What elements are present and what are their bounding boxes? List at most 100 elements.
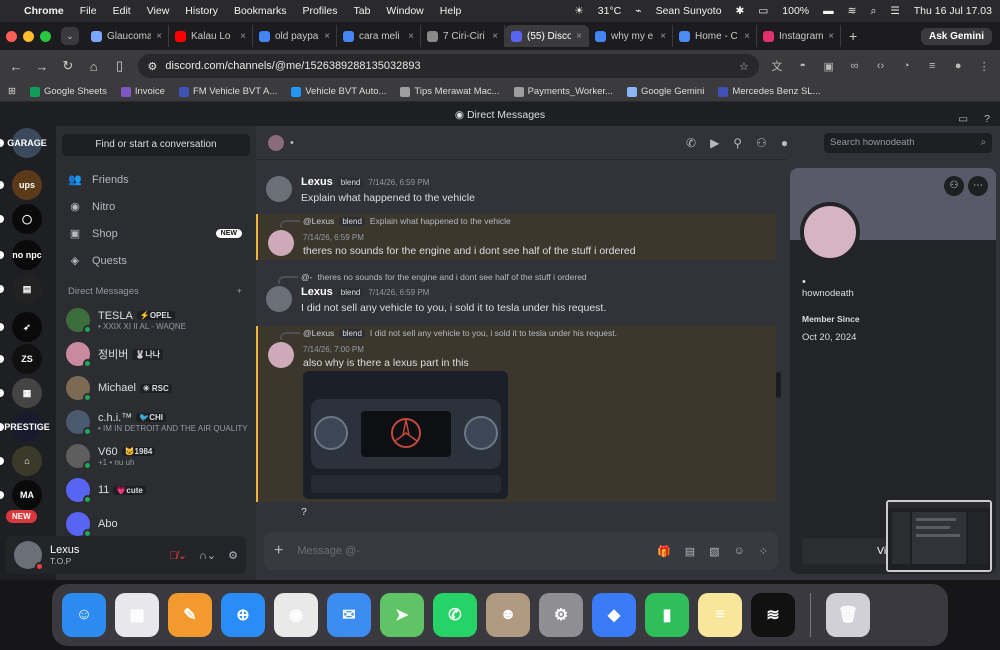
nav-item-quests[interactable]: ◈ Quests xyxy=(56,247,256,274)
close-window-button[interactable] xyxy=(6,30,17,42)
reading-list-icon[interactable]: ≡ xyxy=(924,60,940,72)
dm-list-item[interactable]: TESLA ⚡OPEL • XXIX XI II AL - WAQNE xyxy=(56,303,256,337)
close-tab-icon[interactable]: × xyxy=(324,31,330,42)
close-tab-icon[interactable]: × xyxy=(408,31,414,42)
message-input[interactable]: Message @- xyxy=(297,545,360,557)
notes-icon[interactable]: ≡ xyxy=(698,593,742,637)
home-icon[interactable]: ⌂ xyxy=(86,59,102,74)
translate-icon[interactable]: 文 xyxy=(769,58,785,74)
spotify-icon[interactable]: ≋ xyxy=(751,593,795,637)
emoji-icon[interactable]: ☺ xyxy=(734,545,745,558)
menu-help[interactable]: Help xyxy=(440,5,462,17)
sticker-icon[interactable]: ▧ xyxy=(709,545,719,558)
profile-avatar[interactable] xyxy=(800,202,860,262)
maps-icon[interactable]: ➤ xyxy=(380,593,424,637)
user-settings-icon[interactable]: ⚙ xyxy=(228,549,238,562)
profile-avatar-icon[interactable]: ● xyxy=(950,60,966,72)
apps-grid-icon[interactable]: ⊞ xyxy=(8,86,16,97)
incognito-icon[interactable]: ◓ xyxy=(795,60,811,72)
bookmark-item[interactable]: Google Gemini xyxy=(626,86,704,97)
bookmark-item[interactable]: Vehicle BVT Auto... xyxy=(291,86,386,97)
dm-list-item[interactable]: V60 🐱1984 +1 • nu uh xyxy=(56,439,256,473)
server-icon[interactable]: ▦ xyxy=(12,378,42,408)
message-avatar[interactable] xyxy=(268,342,294,368)
safari-icon[interactable]: ⊕ xyxy=(221,593,265,637)
control-center-icon[interactable]: ☰ xyxy=(890,5,899,17)
tab-search-icon[interactable]: ⌄ xyxy=(61,27,79,45)
weather-temp[interactable]: 31°C xyxy=(598,5,621,17)
menu-history[interactable]: History xyxy=(185,5,218,17)
minimize-window-button[interactable] xyxy=(23,30,34,42)
add-friend-icon[interactable]: ⚇ xyxy=(944,176,964,196)
server-icon[interactable]: ups xyxy=(12,170,42,200)
site-info-icon[interactable]: ⚙ xyxy=(148,60,158,73)
address-bar[interactable]: ⚙ discord.com/channels/@me/1526389288135… xyxy=(137,54,759,78)
attach-plus-icon[interactable]: + xyxy=(274,542,283,560)
bluetooth-icon[interactable]: ✱ xyxy=(736,5,745,17)
bookmark-item[interactable]: Mercedes Benz SL... xyxy=(718,86,821,97)
forward-icon[interactable]: → xyxy=(34,59,50,74)
browser-tab[interactable]: Glaucoma × xyxy=(85,25,169,47)
bookmark-star-icon[interactable]: ☆ xyxy=(739,60,749,73)
bookmark-item[interactable]: Google Sheets xyxy=(29,86,107,97)
launchpad-icon[interactable]: ▦ xyxy=(115,593,159,637)
recipient-name[interactable]: • xyxy=(290,137,294,149)
ask-gemini-button[interactable]: Ask Gemini xyxy=(920,27,992,45)
reply-preview[interactable]: @Lexus blend I did not sell any vehicle … xyxy=(303,328,617,338)
headphones-icon[interactable]: ∩⌄ xyxy=(199,549,216,562)
chat-message[interactable]: @Lexus blend Explain what happened to th… xyxy=(256,214,776,260)
voice-call-icon[interactable]: ✆ xyxy=(686,136,696,150)
server-icon[interactable]: MA xyxy=(12,480,42,510)
message-author[interactable]: Lexus xyxy=(301,286,333,298)
zoom-window-button[interactable] xyxy=(40,30,51,42)
reply-preview[interactable]: @- theres no sounds for the engine and i… xyxy=(301,272,587,282)
nav-item-nitro[interactable]: ◉ Nitro xyxy=(56,193,256,220)
reply-author[interactable]: @Lexus xyxy=(303,216,334,226)
bookmark-item[interactable]: Payments_Worker... xyxy=(513,86,613,97)
bookmark-item[interactable]: Tips Merawat Mac... xyxy=(400,86,500,97)
mute-mic-icon[interactable]: 🎙̸⌄ xyxy=(170,549,187,562)
new-badge[interactable]: NEW xyxy=(6,510,37,523)
dm-list-item[interactable]: 11 💗cute xyxy=(56,473,256,507)
pages-icon[interactable]: ✎ xyxy=(168,593,212,637)
user-avatar[interactable] xyxy=(14,541,44,571)
battery-percent[interactable]: 100% xyxy=(782,5,809,17)
close-tab-icon[interactable]: × xyxy=(744,31,750,42)
menu-window[interactable]: Window xyxy=(386,5,423,17)
chat-message[interactable]: @- theres no sounds for the engine and i… xyxy=(256,270,776,318)
chat-message[interactable]: Lexus blend 7/14/26, 6:59 PM Explain wha… xyxy=(256,170,776,210)
browser-tab[interactable]: cara meli × xyxy=(337,25,421,47)
server-icon[interactable]: no npc xyxy=(12,240,42,270)
server-icon[interactable]: ZS xyxy=(12,344,42,374)
user-profile-icon[interactable]: ● xyxy=(781,136,788,150)
back-icon[interactable]: ← xyxy=(8,59,24,74)
user-name[interactable]: Lexus xyxy=(50,544,79,556)
system-settings-icon[interactable]: ⚙ xyxy=(539,593,583,637)
server-icon[interactable]: PRESTIGE xyxy=(4,412,50,442)
create-dm-button[interactable]: + xyxy=(236,286,242,297)
browser-tab[interactable]: Instagram × xyxy=(757,25,841,47)
nav-item-shop[interactable]: ▣ Shop NEW xyxy=(56,220,256,247)
server-icon[interactable]: ▤ xyxy=(12,274,42,304)
clock[interactable]: Thu 16 Jul 17.03 xyxy=(914,5,992,17)
reload-icon[interactable]: ↻ xyxy=(60,58,76,74)
menu-view[interactable]: View xyxy=(147,5,170,17)
apps-icon[interactable]: ⁘ xyxy=(759,545,768,558)
message-avatar[interactable] xyxy=(268,230,294,256)
add-friends-icon[interactable]: ⚇ xyxy=(756,136,767,150)
battery-icon[interactable]: ▬ xyxy=(823,5,834,17)
nav-item-friends[interactable]: 👥 Friends xyxy=(56,166,256,193)
browser-tab[interactable]: 7 Ciri-Ciri × xyxy=(421,25,505,47)
message-image-attachment[interactable] xyxy=(303,371,508,499)
menu-profiles[interactable]: Profiles xyxy=(302,5,337,17)
gif-icon[interactable]: ▤ xyxy=(685,545,695,558)
server-icon[interactable]: ➶ xyxy=(12,312,42,342)
message-author[interactable]: Lexus xyxy=(301,176,333,188)
gift-icon[interactable]: 🎁 xyxy=(657,545,671,558)
whatsapp-icon[interactable]: ✆ xyxy=(433,593,477,637)
more-options-icon[interactable]: ⋯ xyxy=(968,176,988,196)
code-icon[interactable]: ‹› xyxy=(873,60,889,72)
reply-preview[interactable]: @Lexus blend Explain what happened to th… xyxy=(303,216,511,226)
server-icon[interactable]: ◯ xyxy=(12,204,42,234)
close-tab-icon[interactable]: × xyxy=(492,31,498,42)
